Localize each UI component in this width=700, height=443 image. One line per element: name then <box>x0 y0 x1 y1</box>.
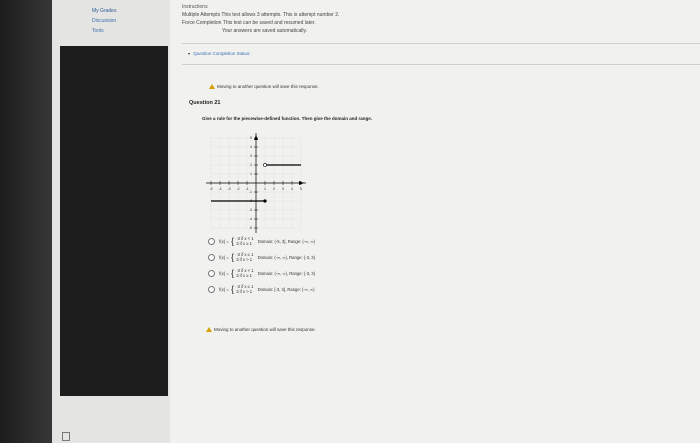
sidebar-item-tools[interactable]: Tools <box>64 26 164 36</box>
x-tick-label: -3 <box>227 187 230 191</box>
option-pieces: -3 if x < 13 if x ≥ 1 <box>236 268 253 278</box>
sidebar-item-my-grades[interactable]: My Grades <box>64 6 164 16</box>
sidebar-nav: My Grades Discussion Tools <box>64 6 164 36</box>
save-warning-text: Moving to another question will save thi… <box>217 84 319 89</box>
radio-button[interactable] <box>208 269 215 277</box>
instructions-block: Instructions Multiple Attempts This test… <box>182 3 339 35</box>
y-tick-label: 5 <box>250 136 252 140</box>
piecewise-graph: -5-4-3-2-11234554321-1-2-3-4-5 <box>206 133 306 233</box>
x-tick-label: 3 <box>282 187 284 191</box>
status-label: Question Completion Status: <box>193 51 251 56</box>
radio-button[interactable] <box>208 237 215 245</box>
monitor-bezel <box>0 0 58 443</box>
multiple-attempts-text: Multiple Attempts This test allows 3 att… <box>182 12 340 18</box>
save-warning-text: Moving to another question will save thi… <box>214 327 316 332</box>
piece-2: 3 if x > 1 <box>236 257 253 262</box>
option-fx: f(x) = <box>219 238 229 244</box>
answer-option[interactable]: f(x) = { -3 if x ≤ 13 if x > 1 Domain: (… <box>208 252 315 262</box>
option-domain-range: Domain: (-5, 3], Range: (-∞, ∞) <box>257 238 315 244</box>
y-tick-label: 4 <box>250 145 252 149</box>
y-tick-label: -4 <box>249 217 252 221</box>
x-tick-label: -5 <box>209 187 212 191</box>
option-pieces: -3 if x ≤ 13 if x > 1 <box>236 252 253 262</box>
radio-button[interactable] <box>208 253 215 261</box>
option-domain-range: Domain: (-∞, ∞), Range: {-3, 3} <box>257 270 316 276</box>
question-completion-status[interactable]: ▾ Question Completion Status: <box>188 51 251 56</box>
option-pieces: -3 if x ≤ 13 if x > 1 <box>236 284 253 294</box>
option-fx: f(x) = <box>219 270 229 276</box>
question-title: Question 21 <box>189 100 221 106</box>
test-content: Instructions Multiple Attempts This test… <box>182 0 700 443</box>
sidebar-dark-panel <box>60 46 168 396</box>
radio-button[interactable] <box>208 285 215 293</box>
course-sidebar: My Grades Discussion Tools <box>52 0 170 443</box>
piece-lower-endpoint <box>263 199 267 203</box>
x-axis-arrow-icon <box>299 181 304 185</box>
save-warning-bottom: Moving to another question will save thi… <box>206 327 316 332</box>
piece-upper-endpoint <box>263 163 267 167</box>
instructions-label: Instructions <box>182 4 208 10</box>
autosave-text: Your answers are saved automatically. <box>222 28 308 34</box>
x-tick-label: -2 <box>236 187 239 191</box>
answer-option[interactable]: f(x) = { -3 if x ≤ 13 if x > 1 Domain: [… <box>208 284 315 294</box>
page-icon <box>62 432 70 441</box>
answer-option[interactable]: f(x) = { -3 if x < 13 if x ≥ 1 Domain: (… <box>208 236 315 246</box>
answer-option[interactable]: f(x) = { -3 if x < 13 if x ≥ 1 Domain: (… <box>208 268 315 278</box>
y-tick-label: -1 <box>249 190 252 194</box>
save-warning-top: Moving to another question will save thi… <box>209 84 319 89</box>
brace-icon: { <box>231 268 235 278</box>
y-axis-arrow-icon <box>254 135 258 140</box>
option-fx: f(x) = <box>219 286 229 292</box>
warning-icon <box>209 84 215 89</box>
piece-2: 3 if x ≥ 1 <box>236 273 252 278</box>
x-tick-label: -4 <box>218 187 221 191</box>
y-tick-label: -3 <box>249 208 252 212</box>
y-tick-label: -5 <box>249 226 252 230</box>
option-domain-range: Domain: (-∞, ∞), Range: {-3, 3} <box>257 254 315 260</box>
brace-icon: { <box>231 284 235 294</box>
option-fx: f(x) = <box>219 254 229 260</box>
question-prompt: Give a rule for the piecewise-defined fu… <box>202 116 373 121</box>
piece-2: 3 if x > 1 <box>236 289 253 294</box>
brace-icon: { <box>231 252 235 262</box>
option-domain-range: Domain: [-3, 3], Range: (-∞, ∞) <box>257 286 315 292</box>
divider <box>182 64 700 65</box>
sidebar-item-discussion[interactable]: Discussion <box>64 16 164 26</box>
x-tick-label: 1 <box>264 187 266 191</box>
warning-icon <box>206 327 212 332</box>
x-tick-label: 4 <box>291 187 293 191</box>
y-tick-label: 1 <box>250 172 252 176</box>
x-tick-label: 2 <box>273 187 275 191</box>
y-tick-label: 2 <box>250 163 252 167</box>
expand-arrow-icon: ▾ <box>188 51 191 56</box>
divider <box>182 43 700 44</box>
force-completion-text: Force Completion This test can be saved … <box>182 20 316 26</box>
brace-icon: { <box>231 236 235 246</box>
piece-2: 3 if x ≥ 1 <box>236 241 252 246</box>
x-tick-label: 5 <box>300 187 302 191</box>
y-tick-label: 3 <box>250 154 252 158</box>
browser-screen: My Grades Discussion Tools Instructions … <box>52 0 700 443</box>
option-pieces: -3 if x < 13 if x ≥ 1 <box>236 236 253 246</box>
